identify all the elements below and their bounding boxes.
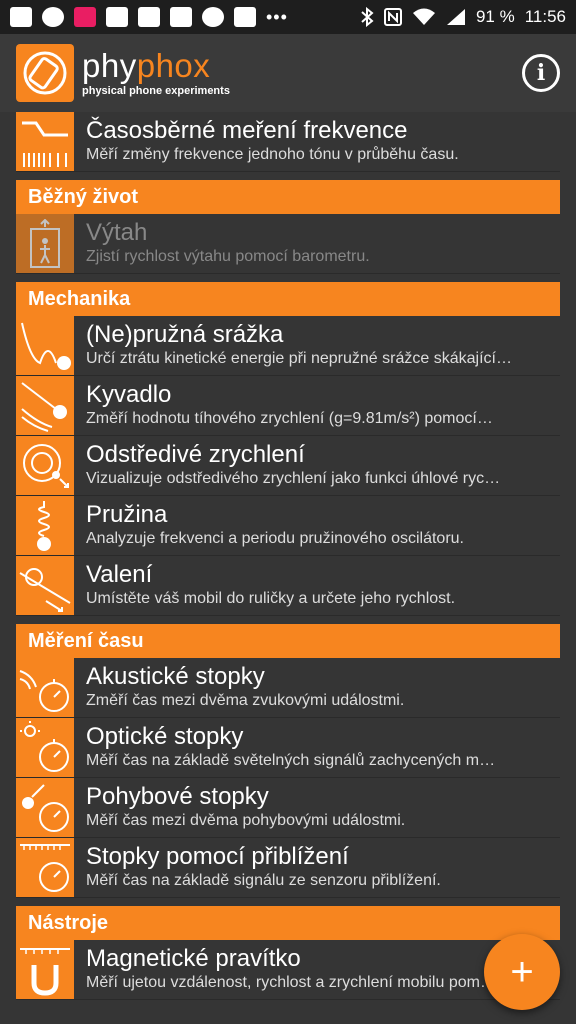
category-bezny-zivot: Běžný život Výtah Zjistí rychlost výtahu… <box>16 180 560 274</box>
app-title: phyphox <box>82 47 211 84</box>
battery-level: 91 % <box>475 7 515 26</box>
item-desc: Zjistí rychlost výtahu pomocí barometru. <box>86 248 370 265</box>
bounce-icon <box>16 316 74 375</box>
item-desc: Měří čas mezi dvěma pohybovými událostmi… <box>86 812 406 829</box>
notification-icons: ••• <box>10 7 288 28</box>
category-header: Nástroje <box>16 906 560 940</box>
centrifugal-icon <box>16 436 74 495</box>
list-item[interactable]: Valení Umístěte váš mobil do ruličky a u… <box>16 556 560 616</box>
add-experiment-button[interactable]: + <box>484 934 560 1010</box>
optical-stopwatch-icon <box>16 718 74 777</box>
list-item[interactable]: Odstředivé zrychlení Vizualizuje odstřed… <box>16 436 560 496</box>
list-item[interactable]: Časosběrné meření frekvence Měří změny f… <box>16 112 560 172</box>
motion-stopwatch-icon <box>16 778 74 837</box>
acoustic-stopwatch-icon <box>16 658 74 717</box>
facebook-icon <box>138 7 160 27</box>
status-bar: ••• 91 % 11:56 <box>0 0 576 34</box>
category-nastroje: Nástroje Magnetické pravítko Měří ujetou… <box>16 906 560 1000</box>
category-header: Běžný život <box>16 180 560 214</box>
item-title: Optické stopky <box>86 723 244 750</box>
proximity-stopwatch-icon <box>16 838 74 897</box>
experiment-list[interactable]: Časosběrné meření frekvence Měří změny f… <box>0 112 576 1024</box>
item-desc: Změří hodnotu tíhového zrychlení (g=9.81… <box>86 410 493 427</box>
list-item[interactable]: Pohybové stopky Měří čas mezi dvěma pohy… <box>16 778 560 838</box>
spring-icon <box>16 496 74 555</box>
list-item[interactable]: Optické stopky Měří čas na základě světe… <box>16 718 560 778</box>
list-item[interactable]: Kyvadlo Změří hodnotu tíhového zrychlení… <box>16 376 560 436</box>
app-subtitle: physical phone experiments <box>82 85 230 97</box>
list-item[interactable]: (Ne)pružná srážka Určí ztrátu kinetické … <box>16 316 560 376</box>
magnet-icon <box>16 940 74 999</box>
nfc-icon <box>383 8 402 26</box>
frequency-timelapse-icon <box>16 112 74 171</box>
phone-logo-icon <box>23 51 67 95</box>
roll-icon <box>16 556 74 615</box>
phyphox-logo <box>16 44 74 102</box>
more-icon: ••• <box>266 6 288 27</box>
item-title: Valení <box>86 561 153 588</box>
item-title: Pohybové stopky <box>86 783 269 810</box>
facebook-icon <box>170 7 192 27</box>
chat-icon <box>10 7 32 27</box>
info-button[interactable]: i <box>522 54 560 92</box>
item-desc: Umístěte váš mobil do ruličky a určete j… <box>86 590 456 607</box>
item-desc: Měří čas na základě signálu ze senzoru p… <box>86 872 441 889</box>
category-header: Mechanika <box>16 282 560 316</box>
pendulum-icon <box>16 376 74 435</box>
item-desc: Měří čas na základě světelných signálů z… <box>86 752 496 769</box>
info-icon: i <box>536 60 546 86</box>
list-item[interactable]: Akustické stopky Změří čas mezi dvěma zv… <box>16 658 560 718</box>
app-bar: phyphox physical phone experiments i <box>0 34 576 112</box>
item-title: Kyvadlo <box>86 381 172 408</box>
plus-icon: + <box>510 949 534 994</box>
item-title: Časosběrné meření frekvence <box>86 117 408 144</box>
category-mechanika: Mechanika (Ne)pružná srážka Určí ztrátu … <box>16 282 560 616</box>
item-desc: Analyzuje frekvenci a periodu pružinovéh… <box>86 530 464 547</box>
quote-icon <box>42 7 64 27</box>
item-desc: Změří čas mezi dvěma zvukovými událostmi… <box>86 692 405 709</box>
item-title: Výtah <box>86 219 148 246</box>
item-title: Odstředivé zrychlení <box>86 441 305 468</box>
signal-icon <box>446 9 465 25</box>
bluetooth-icon <box>361 7 374 27</box>
clock: 11:56 <box>524 7 566 26</box>
item-desc: Měří změny frekvence jednoho tónu v průb… <box>86 146 459 163</box>
category-mereni-casu: Měření času Akustické stopky Změří čas m… <box>16 624 560 898</box>
facebook-icon <box>106 7 128 27</box>
category-header: Měření času <box>16 624 560 658</box>
messenger-icon <box>74 7 96 27</box>
elevator-icon <box>16 214 74 273</box>
item-desc: Vizualizuje odstředivého zrychlení jako … <box>86 470 501 487</box>
item-desc: Určí ztrátu kinetické energie při nepruž… <box>86 350 512 367</box>
item-title: Pružina <box>86 501 168 528</box>
item-title: (Ne)pružná srážka <box>86 321 284 348</box>
item-title: Akustické stopky <box>86 663 265 690</box>
list-item[interactable]: Výtah Zjistí rychlost výtahu pomocí baro… <box>16 214 560 274</box>
list-item[interactable]: Pružina Analyzuje frekvenci a periodu pr… <box>16 496 560 556</box>
vr-icon <box>202 7 224 27</box>
item-title: Stopky pomocí přiblížení <box>86 843 349 870</box>
list-item[interactable]: Magnetické pravítko Měří ujetou vzdáleno… <box>16 940 560 1000</box>
list-item[interactable]: Stopky pomocí přiblížení Měří čas na zák… <box>16 838 560 898</box>
mail-icon <box>234 7 256 27</box>
wifi-icon <box>412 8 435 25</box>
